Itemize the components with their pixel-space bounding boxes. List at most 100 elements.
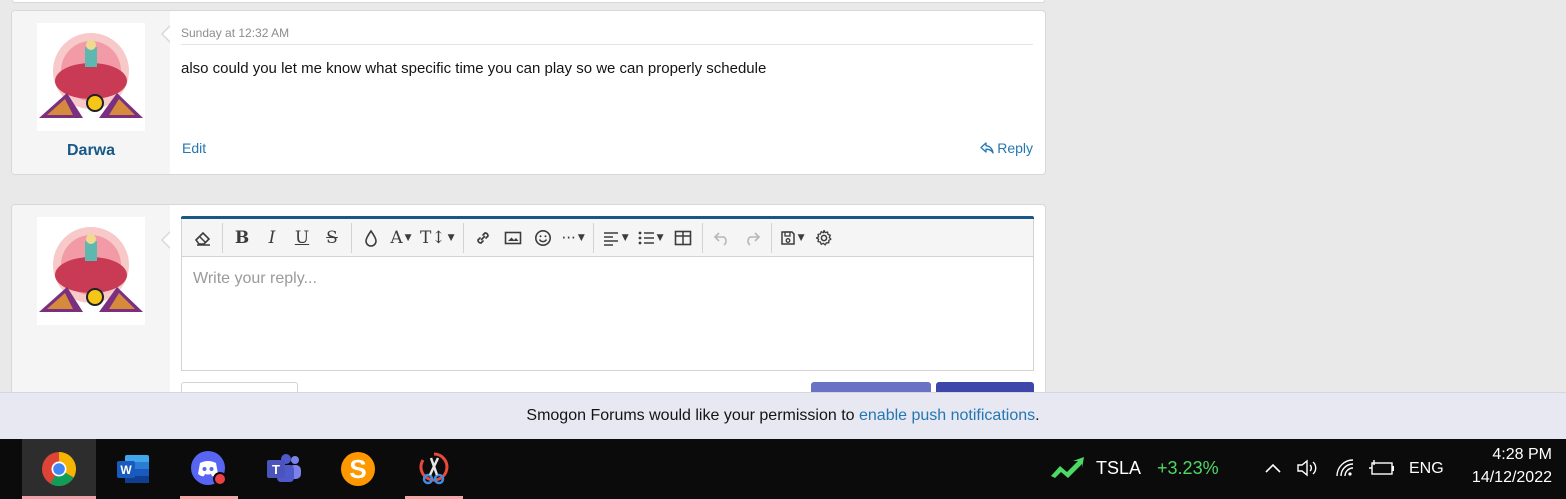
stock-widget[interactable]: TSLA +3.23% <box>1050 457 1219 479</box>
drafts-button[interactable]: ▼ <box>776 223 809 253</box>
chevron-down-icon: ▼ <box>404 232 412 243</box>
post-message: also could you let me know what specific… <box>181 60 767 77</box>
eraser-icon <box>194 231 211 246</box>
more-insert-button[interactable]: ··· ▼ <box>558 223 589 253</box>
reply-link[interactable]: Reply <box>980 140 1033 156</box>
toolbar-separator <box>701 222 703 253</box>
battery-icon <box>1369 460 1394 475</box>
font-family-icon: A <box>390 227 403 248</box>
post-user-pane: Darwa <box>12 11 170 174</box>
insert-image-button[interactable] <box>498 223 528 253</box>
underline-button[interactable]: U <box>287 223 317 253</box>
editor-settings-button[interactable] <box>809 223 839 253</box>
undo-icon <box>713 231 727 246</box>
remove-format-button[interactable] <box>188 223 218 253</box>
strikethrough-button[interactable]: S <box>317 223 347 253</box>
teams-icon: T <box>267 454 301 482</box>
insert-emoji-button[interactable] <box>528 223 558 253</box>
edit-link[interactable]: Edit <box>182 140 206 156</box>
reply-icon <box>980 142 994 154</box>
push-notification-banner: Smogon Forums would like your permission… <box>0 392 1566 439</box>
toolbar-separator <box>462 222 464 253</box>
toolbar-separator <box>770 222 772 253</box>
text-color-button[interactable] <box>356 223 386 253</box>
show-hidden-icons-button[interactable] <box>1263 459 1283 482</box>
gear-icon <box>815 229 832 246</box>
bullet-list-icon <box>638 231 654 244</box>
chevron-up-icon <box>1265 463 1281 473</box>
chevron-down-icon: ▼ <box>621 232 629 243</box>
undo-button[interactable] <box>707 223 737 253</box>
word-icon: W <box>117 455 149 483</box>
notification-suffix: . <box>1035 407 1040 424</box>
droplet-icon <box>365 229 377 247</box>
language-indicator[interactable]: ENG <box>1409 460 1444 478</box>
reply-textarea[interactable]: Write your reply... <box>181 257 1034 371</box>
taskbar-snipping-tool[interactable] <box>397 439 471 499</box>
redo-button[interactable] <box>737 223 767 253</box>
previous-post-bottom-edge <box>12 0 1045 3</box>
svg-text:W: W <box>120 463 132 477</box>
bold-button[interactable]: B <box>227 223 257 253</box>
chrome-icon <box>42 452 76 486</box>
user-avatar[interactable] <box>37 23 145 131</box>
discord-icon <box>191 451 227 486</box>
align-left-icon <box>603 231 618 246</box>
windows-taskbar: W T S TSLA +3.23% ENG 4:28 PM 14/12/2022 <box>0 439 1566 499</box>
underline-icon: U <box>294 227 310 248</box>
taskbar-word[interactable]: W <box>96 439 170 499</box>
toolbar-separator <box>222 222 223 253</box>
taskbar-sublime[interactable]: S <box>321 439 395 499</box>
taskbar-teams[interactable]: T <box>247 439 321 499</box>
image-icon <box>504 231 521 244</box>
battery-button[interactable] <box>1368 459 1396 482</box>
list-button[interactable]: ▼ <box>633 223 668 253</box>
clock-time: 4:28 PM <box>1492 446 1552 463</box>
quick-reply-block: B I U S A ▼ T↕ ▼ ··· ▼ ▼ ▼ ▼ Write your … <box>11 204 1046 404</box>
stock-up-icon <box>1051 457 1084 478</box>
link-icon <box>476 231 489 244</box>
avatar-image <box>39 227 143 312</box>
current-user-avatar[interactable] <box>37 217 145 325</box>
post-arrow <box>163 25 172 43</box>
speaker-icon <box>1297 459 1317 477</box>
avatar-image <box>39 33 143 118</box>
reply-user-pane <box>12 205 170 403</box>
clock[interactable]: 4:28 PM 14/12/2022 <box>1456 444 1552 490</box>
italic-icon: I <box>268 227 276 248</box>
network-button[interactable] <box>1334 458 1358 483</box>
insert-table-button[interactable] <box>668 223 698 253</box>
font-size-icon: T↕ <box>420 227 446 248</box>
forum-post: Darwa Sunday at 12:32 AM also could you … <box>11 10 1046 175</box>
sublime-text-icon: S <box>341 452 375 486</box>
chevron-down-icon: ▼ <box>797 232 805 243</box>
font-family-button[interactable]: A ▼ <box>386 223 416 253</box>
volume-button[interactable] <box>1296 458 1320 483</box>
enable-push-notifications-link[interactable]: enable push notifications <box>859 407 1035 424</box>
wifi-icon <box>1336 459 1354 477</box>
italic-button[interactable]: I <box>257 223 287 253</box>
reply-label: Reply <box>997 140 1033 156</box>
save-draft-icon <box>780 230 795 245</box>
svg-text:T: T <box>272 462 280 477</box>
stock-symbol: TSLA <box>1096 457 1142 478</box>
font-size-button[interactable]: T↕ ▼ <box>416 223 459 253</box>
smiley-icon <box>534 229 551 246</box>
taskbar-discord[interactable] <box>172 439 246 499</box>
ellipsis-icon: ··· <box>561 228 576 247</box>
chevron-down-icon: ▼ <box>577 232 585 243</box>
insert-link-button[interactable] <box>468 223 498 253</box>
taskbar-chrome[interactable] <box>22 439 96 499</box>
toolbar-separator <box>592 222 594 253</box>
svg-text:S: S <box>349 454 366 484</box>
bold-icon: B <box>234 227 250 248</box>
chevron-down-icon: ▼ <box>656 232 664 243</box>
strikethrough-icon: S <box>326 227 338 248</box>
post-timestamp[interactable]: Sunday at 12:32 AM <box>181 26 289 40</box>
post-username[interactable]: Darwa <box>12 142 170 160</box>
align-button[interactable]: ▼ <box>598 223 633 253</box>
snipping-tool-icon <box>419 452 449 485</box>
notification-text: Smogon Forums would like your permission… <box>526 407 855 424</box>
chevron-down-icon: ▼ <box>447 232 455 243</box>
post-meta-divider <box>181 44 1033 45</box>
